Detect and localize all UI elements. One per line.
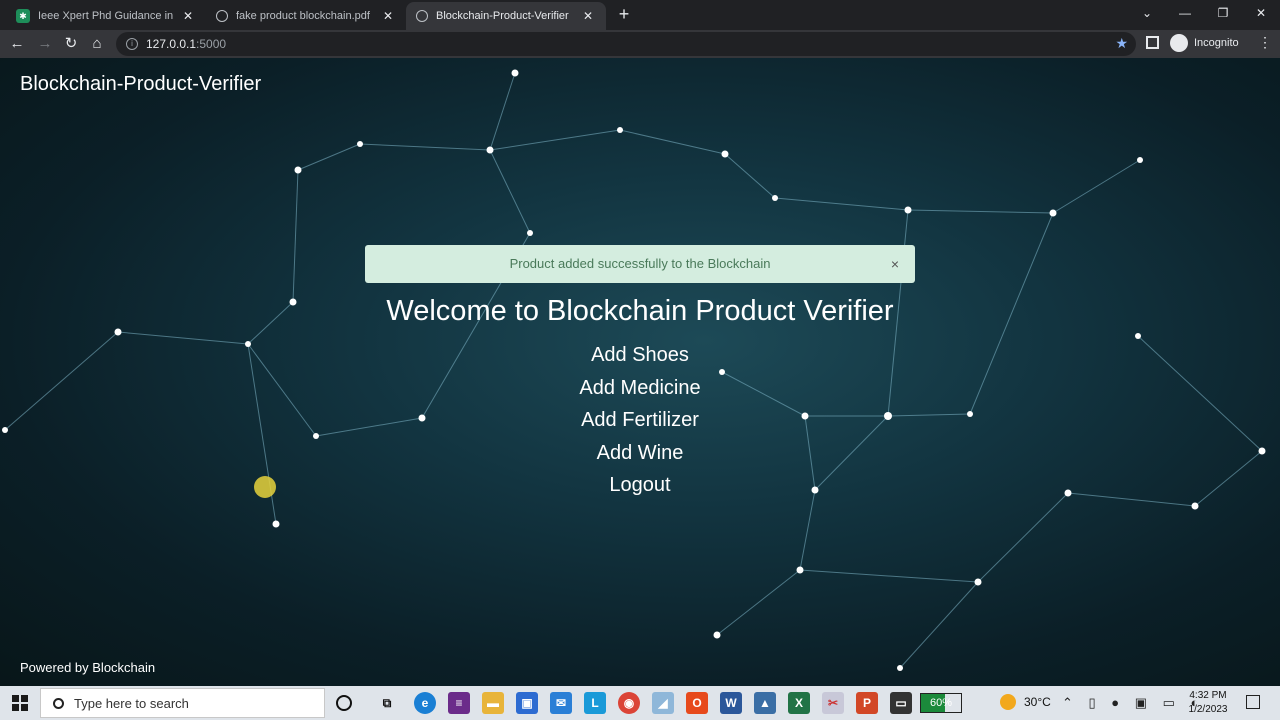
close-window-button[interactable]: ✕ (1242, 0, 1280, 28)
incognito-icon (1170, 34, 1188, 52)
close-tab-icon[interactable]: ✕ (580, 8, 596, 24)
browser-toolbar: ← → ↻ ⌂ i 127.0.0.1:5000 ★ Incognito ⋮ (0, 30, 1280, 58)
globe-icon (416, 10, 428, 22)
site-icon: ✱ (16, 9, 30, 23)
clock-time: 4:32 PM (1189, 690, 1227, 701)
terminal-icon[interactable]: ▭ (890, 692, 912, 714)
notification-icon[interactable] (1246, 695, 1260, 709)
tab-title: fake product blockchain.pdf (236, 10, 370, 22)
cursor-highlight (254, 476, 276, 498)
task-view-icon[interactable]: ⧉ (376, 692, 398, 714)
file-explorer-icon[interactable]: ▬ (482, 692, 504, 714)
add-wine-link[interactable]: Add Wine (0, 438, 1280, 471)
taskbar-search-box[interactable]: Type here to search (40, 688, 325, 718)
side-panel-icon[interactable] (1146, 36, 1159, 49)
weather-widget[interactable]: 30°C (1000, 694, 1051, 710)
url-port: :5000 (196, 37, 227, 51)
winrar-icon[interactable]: ≡ (448, 692, 470, 714)
forward-button[interactable]: → (34, 33, 56, 55)
windows-taskbar: Type here to search ⧉ e ≡ ▬ ▣ ✉ L ◉ ◢ O … (0, 686, 1280, 720)
lightshot-icon[interactable]: L (584, 692, 606, 714)
battery-indicator[interactable]: 60% (920, 693, 962, 713)
logout-link[interactable]: Logout (0, 470, 1280, 503)
browser-tab-bar: ✱ Ieee Xpert Phd Guidance in Chen ✕ fake… (0, 0, 1280, 30)
bookmark-star-icon[interactable]: ★ (1115, 35, 1128, 52)
tab-blockchain-verifier[interactable]: Blockchain-Product-Verifier ✕ (406, 2, 606, 30)
maximize-button[interactable]: ❐ (1204, 0, 1242, 28)
word-icon[interactable]: W (720, 692, 742, 714)
new-tab-button[interactable]: + (614, 4, 634, 24)
taskbar-clock[interactable]: 4:32 PM 1/2/2023 (1180, 689, 1236, 717)
incognito-label: Incognito (1194, 37, 1239, 49)
minimize-button[interactable]: — (1166, 0, 1204, 28)
url-host: 127.0.0.1 (146, 37, 197, 51)
mail-icon[interactable]: ✉ (550, 692, 572, 714)
tab-title: Ieee Xpert Phd Guidance in Chen (38, 10, 174, 22)
tab-fake-product-pdf[interactable]: fake product blockchain.pdf ✕ (206, 2, 406, 30)
page-footer: Powered by Blockchain (20, 660, 156, 675)
photos-icon[interactable]: ▲ (754, 692, 776, 714)
success-alert: Product added successfully to the Blockc… (365, 245, 915, 283)
excel-icon[interactable]: X (788, 692, 810, 714)
back-button[interactable]: ← (6, 33, 28, 55)
search-placeholder: Type here to search (74, 695, 189, 711)
tab-ieee-xpert[interactable]: ✱ Ieee Xpert Phd Guidance in Chen ✕ (6, 2, 206, 30)
app-icon[interactable]: ◢ (652, 692, 674, 714)
window-controls: ⌄ — ❐ ✕ (1128, 0, 1280, 28)
chrome-icon[interactable]: ◉ (618, 692, 640, 714)
close-tab-icon[interactable]: ✕ (180, 8, 196, 24)
battery-percent: 60% (929, 697, 953, 709)
close-tab-icon[interactable]: ✕ (380, 8, 396, 24)
address-bar[interactable]: i 127.0.0.1:5000 ★ (116, 32, 1136, 56)
add-shoes-link[interactable]: Add Shoes (0, 340, 1280, 373)
page-title: Welcome to Blockchain Product Verifier (386, 295, 894, 327)
add-medicine-link[interactable]: Add Medicine (0, 373, 1280, 406)
globe-icon (216, 10, 228, 22)
alert-message: Product added successfully to the Blockc… (509, 256, 771, 271)
incognito-indicator[interactable]: Incognito (1170, 34, 1239, 52)
action-menu: Add Shoes Add Medicine Add Fertilizer Ad… (0, 340, 1280, 503)
edge-icon[interactable]: e (414, 692, 436, 714)
store-icon[interactable]: ▣ (516, 692, 538, 714)
reload-button[interactable]: ↻ (60, 33, 82, 55)
alert-close-button[interactable]: × (891, 245, 899, 283)
web-page: Blockchain-Product-Verifier Product adde… (0, 58, 1280, 686)
cortana-icon[interactable] (336, 695, 352, 711)
powerpoint-icon[interactable]: P (856, 692, 878, 714)
search-icon (53, 697, 64, 709)
add-fertilizer-link[interactable]: Add Fertilizer (0, 405, 1280, 438)
tab-title: Blockchain-Product-Verifier (436, 10, 569, 22)
office-icon[interactable]: O (686, 692, 708, 714)
temperature: 30°C (1024, 695, 1051, 709)
weather-sun-icon (1000, 694, 1016, 710)
windows-start-icon[interactable] (12, 695, 28, 711)
clock-date: 1/2/2023 (1188, 704, 1228, 715)
menu-kebab-icon[interactable]: ⋮ (1258, 34, 1272, 51)
snipping-tool-icon[interactable]: ✂ (822, 692, 844, 714)
tab-search-icon[interactable]: ⌄ (1128, 0, 1166, 28)
site-brand[interactable]: Blockchain-Product-Verifier (20, 73, 261, 96)
site-info-icon[interactable]: i (126, 38, 138, 50)
home-button[interactable]: ⌂ (86, 33, 108, 55)
